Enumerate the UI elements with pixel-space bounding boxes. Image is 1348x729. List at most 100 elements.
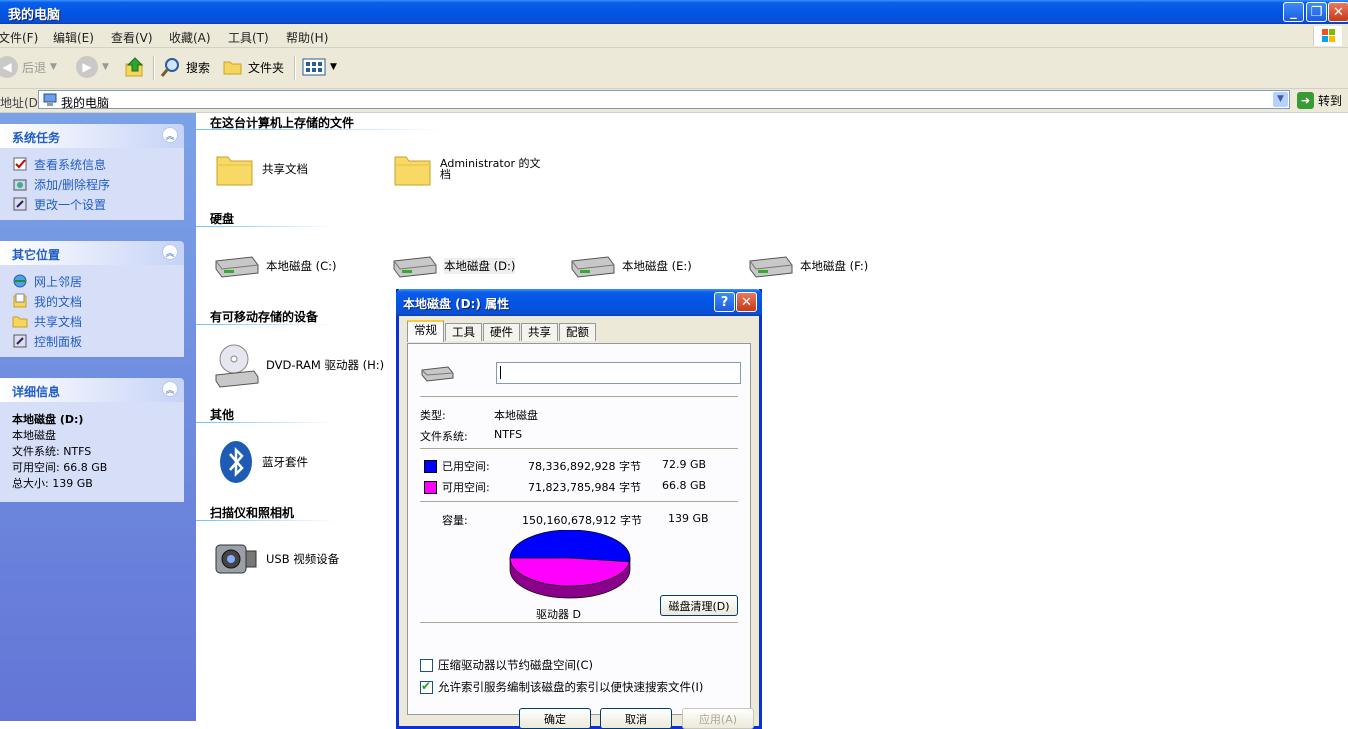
folder-up-icon [125, 57, 144, 77]
disk-usage-pie-chart [509, 530, 631, 599]
disk-d-item[interactable]: 本地磁盘 (D:) [390, 251, 516, 281]
dialog-title-bar[interactable]: 本地磁盘 (D:) 属性 ? ✕ [396, 289, 762, 316]
folders-button[interactable]: 文件夹 [222, 56, 284, 78]
free-label: 可用空间: [442, 481, 490, 494]
system-tasks-header[interactable]: 系统任务 ︽ [0, 124, 184, 148]
details-type: 本地磁盘 [12, 429, 56, 442]
bluetooth-icon [220, 441, 252, 483]
hard-drive-icon [393, 256, 437, 278]
index-checkbox[interactable]: ✔ 允许索引服务编制该磁盘的索引以便快速搜索文件(I) [420, 679, 703, 695]
address-dropdown-icon[interactable]: ▼ [1273, 92, 1288, 107]
content-area: 在这台计算机上存储的文件 共享文档 Administrator 的文 档 硬盘 … [196, 113, 1348, 721]
go-arrow-icon: ➜ [1297, 92, 1314, 109]
network-globe-icon [13, 274, 27, 288]
address-input[interactable]: 我的电脑 ▼ [38, 90, 1290, 110]
network-places-label: 网上邻居 [34, 274, 83, 289]
other-places-header[interactable]: 其它位置 ︽ [0, 241, 184, 265]
menu-tools[interactable]: 工具(T) [228, 29, 269, 46]
disk-c-item[interactable]: 本地磁盘 (C:) [212, 251, 337, 281]
compress-checkbox[interactable]: 压缩驱动器以节约磁盘空间(C) [420, 657, 593, 673]
my-computer-icon [43, 93, 57, 106]
apply-button[interactable]: 应用(A) [682, 708, 754, 729]
used-label: 已用空间: [442, 460, 490, 473]
group-scanners: 扫描仪和照相机 [210, 506, 295, 520]
menu-edit[interactable]: 编辑(E) [53, 29, 94, 46]
cancel-button[interactable]: 取消 [600, 708, 672, 729]
window-title-bar[interactable]: 我的电脑 _ ❐ ✕ [0, 0, 1348, 24]
search-label: 搜索 [186, 60, 211, 75]
dialog-close-button[interactable]: ✕ [736, 292, 757, 312]
add-remove-programs-link[interactable]: 添加/删除程序 [0, 174, 184, 194]
add-remove-programs-label: 添加/删除程序 [34, 177, 111, 192]
menu-bar: 文件(F) 编辑(E) 查看(V) 收藏(A) 工具(T) 帮助(H) [0, 24, 1348, 48]
address-bar: 地址(D) 我的电脑 ▼ ➜ 转到 [0, 89, 1348, 113]
group-hard-disks: 硬盘 [210, 212, 235, 226]
dvd-drive-icon [215, 344, 259, 388]
usb-video-item[interactable]: USB 视频设备 [212, 537, 339, 581]
capacity-bytes: 150,160,678,912 字节 [522, 514, 642, 527]
hard-drive-icon [571, 256, 615, 278]
search-button[interactable]: 搜索 [160, 56, 210, 78]
free-gb: 66.8 GB [662, 479, 707, 492]
type-label: 类型: [420, 409, 446, 422]
dvd-drive-item[interactable]: DVD-RAM 驱动器 (H:) [212, 341, 384, 389]
shared-documents-label: 共享文档 [34, 314, 83, 329]
my-documents-label: 我的文档 [34, 294, 83, 309]
tab-quota[interactable]: 配额 [559, 323, 596, 341]
tab-sharing[interactable]: 共享 [521, 323, 558, 341]
views-button[interactable]: ▼ [302, 56, 337, 78]
folders-icon [223, 61, 242, 75]
shared-documents-link[interactable]: 共享文档 [0, 311, 184, 331]
index-checkbox-box[interactable]: ✔ [420, 679, 433, 694]
folders-label: 文件夹 [248, 60, 285, 75]
other-places-title: 其它位置 [12, 248, 61, 262]
shared-documents-item[interactable]: 共享文档 [214, 149, 308, 189]
control-panel-label: 控制面板 [34, 334, 83, 349]
tab-hardware[interactable]: 硬件 [483, 323, 520, 341]
control-panel-link[interactable]: 控制面板 [0, 331, 184, 351]
details-header[interactable]: 详细信息 ︽ [0, 378, 184, 402]
collapse-icon[interactable]: ︽ [162, 381, 178, 397]
back-button[interactable]: ◀ 后退 ▼ [0, 56, 57, 78]
admin-documents-item[interactable]: Administrator 的文 档 [392, 149, 540, 189]
my-documents-link[interactable]: 我的文档 [0, 291, 184, 311]
up-button[interactable] [124, 56, 146, 78]
compress-checkbox-box[interactable] [420, 658, 433, 672]
collapse-icon[interactable]: ︽ [162, 244, 178, 260]
volume-label-input[interactable] [496, 362, 741, 384]
forward-dropdown-icon: ▼ [102, 62, 109, 72]
disk-e-item[interactable]: 本地磁盘 (E:) [568, 251, 692, 281]
ok-button[interactable]: 确定 [519, 708, 591, 729]
help-button[interactable]: ? [714, 292, 735, 312]
system-tasks-title: 系统任务 [12, 131, 61, 145]
tab-general[interactable]: 常规 [407, 320, 444, 342]
go-button[interactable]: ➜ 转到 [1297, 92, 1342, 109]
menu-view[interactable]: 查看(V) [111, 29, 153, 46]
disk-f-item[interactable]: 本地磁盘 (F:) [746, 251, 868, 281]
back-label: 后退 [22, 60, 47, 75]
bluetooth-item[interactable]: 蓝牙套件 [216, 439, 308, 485]
compress-label: 压缩驱动器以节约磁盘空间(C) [438, 658, 594, 672]
menu-file[interactable]: 文件(F) [0, 29, 38, 46]
tab-tools[interactable]: 工具 [445, 323, 482, 341]
menu-favorites[interactable]: 收藏(A) [169, 29, 211, 46]
view-system-info-link[interactable]: 查看系统信息 [0, 154, 184, 174]
change-setting-link[interactable]: 更改一个设置 [0, 194, 184, 214]
close-button[interactable]: ✕ [1328, 2, 1348, 22]
disk-d-label: 本地磁盘 (D:) [444, 258, 516, 274]
admin-documents-label-2: 档 [440, 168, 451, 181]
collapse-icon[interactable]: ︽ [162, 127, 178, 143]
search-icon [160, 58, 179, 77]
network-places-link[interactable]: 网上邻居 [0, 271, 184, 291]
menu-help[interactable]: 帮助(H) [286, 29, 328, 46]
group-removable: 有可移动存储的设备 [210, 310, 319, 324]
views-icon [302, 58, 326, 76]
hard-drive-icon [215, 256, 259, 278]
folder-icon [394, 156, 431, 186]
minimize-button[interactable]: _ [1283, 2, 1304, 22]
restore-button[interactable]: ❐ [1306, 2, 1327, 22]
forward-button[interactable]: ▶ ▼ [76, 56, 109, 78]
disk-f-label: 本地磁盘 (F:) [800, 259, 869, 273]
disk-cleanup-button[interactable]: 磁盘清理(D) [660, 595, 738, 616]
group-other: 其他 [210, 408, 235, 422]
